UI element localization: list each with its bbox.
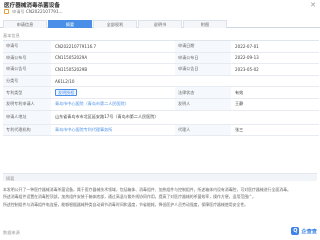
field-label: 代理人: [175, 124, 231, 136]
field-value: 2023-05-02: [235, 66, 259, 72]
field-label: 申请日期: [175, 41, 231, 52]
brand-logo: Q 企查查: [291, 227, 317, 235]
field-label: 申请公布号: [3, 52, 51, 64]
field-value: 发明授权: [51, 87, 175, 98]
field-value: A61L2/10: [55, 78, 75, 84]
table-row: 申请公布号 CN115052029A 申请公布日 2022-09-13: [3, 52, 319, 65]
field-value: CN202210779116.7: [55, 43, 97, 49]
field-label: 发明人: [175, 98, 231, 110]
field-label: 法律状态: [175, 87, 231, 98]
field-label: 申请公告日: [175, 64, 231, 75]
section-label: 基本信息: [3, 33, 20, 38]
abstract-line: 所述控制组件与消毒组件电连接，能够根据器械种类自动调节消毒时间和温度，节省能耗，…: [3, 201, 249, 207]
field-label: 发明专利申请人: [3, 98, 51, 110]
subtitle: 申请号 CN2022107791...: [12, 9, 63, 15]
abstract-line: 所述消毒组件设置在消毒腔顶部，加热组件安装于箱体底部，通过高温与紫外线协同作用，…: [3, 194, 256, 200]
tab-drawings[interactable]: 附图: [183, 20, 227, 28]
table-row: 申请人地址 山东省青岛市市北区延安路17号（青岛市第二人民医院）: [3, 110, 319, 125]
favorite-icon[interactable]: [4, 9, 9, 14]
table-row: 申请号 CN202210779116.7 申请日期 2022-07-01: [3, 41, 319, 53]
tab-bar: 申请信息 摘要 全部权利 说明书 附图: [0, 20, 320, 28]
field-value: 2022-07-01: [235, 43, 259, 49]
field-value: 青岛市中心医院专利代理事务所: [51, 125, 175, 136]
field-value: CN115052029A: [55, 55, 88, 61]
field-value: 有效: [235, 89, 244, 95]
field-label: 专利类型: [3, 87, 51, 98]
table-row: 分类号 A61L2/10: [3, 75, 319, 88]
tab-description[interactable]: 说明书: [138, 20, 182, 28]
data-source-label: 数据来源: [3, 230, 20, 235]
abstract-line: 本发明公开了一种医疗器械消毒杀菌设备，属于医疗器械技术领域，包括箱体、消毒组件、…: [3, 187, 291, 192]
field-label: 申请号: [3, 41, 51, 52]
field-value: CN115052029B: [55, 66, 88, 72]
table-row: 专利类型 发明授权 法律状态 有效: [3, 87, 319, 99]
agency-link[interactable]: 青岛市中心医院专利代理事务所: [55, 127, 112, 133]
field-label: 申请人地址: [3, 110, 51, 124]
applicant-link[interactable]: 青岛市中心医院（青岛市第二人民医院）: [55, 101, 129, 107]
info-table: 申请号 CN202210779116.7 申请日期 2022-07-01 申请公…: [3, 40, 319, 137]
subtitle-value: CN2022107791...: [25, 9, 63, 14]
field-label: 申请公布日: [175, 52, 231, 64]
table-row: 专利代理机构 青岛市中心医院专利代理事务所 代理人 张三: [3, 124, 319, 137]
abstract-text: 本发明公开了一种医疗器械消毒杀菌设备，属于医疗器械技术领域，包括箱体、消毒组件、…: [3, 186, 317, 208]
field-value: 山东省青岛市市北区延安路17号（青岛市第二人民医院）: [55, 114, 159, 120]
field-value: 2022-09-13: [235, 55, 259, 61]
abstract-label: 摘要: [6, 175, 15, 181]
abstract-header: 摘要: [3, 173, 317, 181]
field-label: 专利代理机构: [3, 124, 51, 136]
logo-mark-icon: Q: [291, 227, 300, 235]
field-value: 张三: [235, 126, 244, 132]
field-label: 申请公告号: [3, 64, 51, 75]
logo-text: 企查查: [301, 228, 317, 235]
field-value: 青岛市中心医院（青岛市第二人民医院）: [51, 99, 175, 110]
field-value: 王静: [235, 101, 244, 107]
patent-type-tag: 发明授权: [55, 88, 78, 97]
subtitle-prefix: 申请号: [12, 9, 25, 14]
page-title: 医疗器械消毒杀菌设备: [4, 3, 60, 9]
close-icon[interactable]: ✕: [310, 2, 316, 9]
table-row: 发明专利申请人 青岛市中心医院（青岛市第二人民医院） 发明人 王静: [3, 98, 319, 111]
tab-application-info[interactable]: 申请信息: [3, 20, 47, 28]
tab-claims[interactable]: 全部权利: [93, 20, 137, 28]
tab-abstract[interactable]: 摘要: [48, 20, 92, 28]
header: 医疗器械消毒杀菌设备 申请号 CN2022107791... ✕: [0, 0, 320, 18]
field-label: 分类号: [3, 75, 51, 87]
table-row: 申请公告号 CN115052029B 申请公告日 2023-05-02: [3, 64, 319, 76]
